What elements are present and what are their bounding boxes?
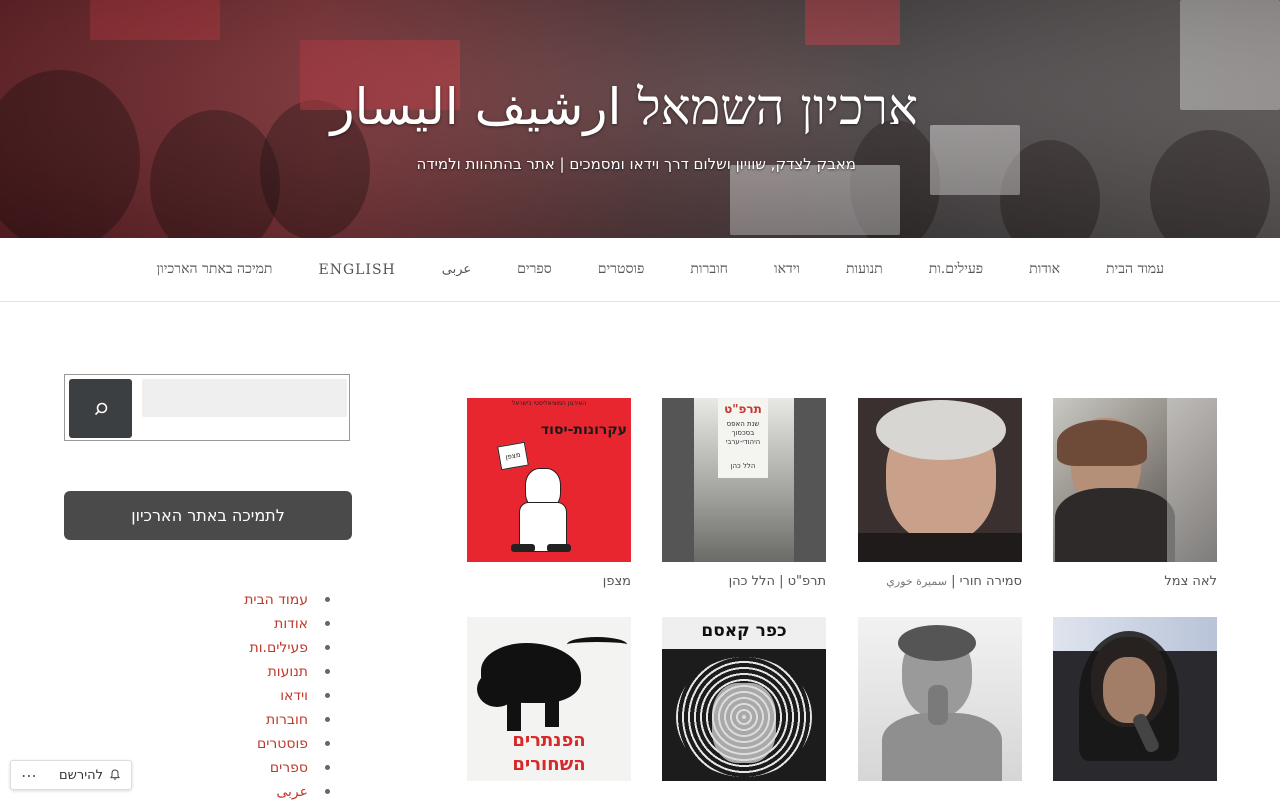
nav-item-activists[interactable]: פעילים.ות xyxy=(929,261,983,278)
poster-header: האירגון הסוציאליסטי בישראל xyxy=(511,400,587,407)
card-caption[interactable]: תרפ"ט | הלל כהן xyxy=(729,574,826,589)
nav-item-books[interactable]: ספרים xyxy=(517,261,552,278)
card-black-panthers[interactable]: הפנתרים השחורים xyxy=(467,617,631,781)
search-button[interactable] xyxy=(69,379,132,438)
card-leah-tsemel[interactable]: לאה צמל xyxy=(1053,398,1217,589)
thumbnail-image[interactable]: תרפ"ט שנת האפס בסכסוך היהודי-ערבי הלל כה… xyxy=(662,398,826,562)
book-author: הלל כהן xyxy=(730,462,756,470)
nav-item-posters[interactable]: פוסטרים xyxy=(598,261,645,278)
card-kafr-kassem[interactable]: כפר קאסם xyxy=(662,617,826,781)
card-tarpat-hillel-cohen[interactable]: תרפ"ט שנת האפס בסכסוך היהודי-ערבי הלל כה… xyxy=(662,398,826,589)
sidebar-item-movements[interactable]: תנועות xyxy=(120,662,330,686)
site-tagline: מאבק לצדק, שוויון ושלום דרך וידאו ומסמכי… xyxy=(416,155,856,173)
nav-item-english[interactable]: ENGLISH xyxy=(318,262,395,278)
nav-item-pamphlets[interactable]: חוברות xyxy=(690,261,728,278)
card-samira-khoury[interactable]: סמירה חורי | سميرة خوري xyxy=(858,398,1022,589)
follow-widget: ⋯ להירשם xyxy=(10,760,132,790)
thumbnail-image[interactable] xyxy=(858,398,1022,562)
subscribe-label: להירשם xyxy=(59,767,103,783)
nav-item-home[interactable]: עמוד הבית xyxy=(1106,261,1164,278)
header-banner: ארכיון השמאל ارشيف اليسار מאבק לצדק, שוו… xyxy=(0,0,1280,238)
subscribe-button[interactable]: להירשם xyxy=(59,768,121,783)
sidebar-item-arabic[interactable]: عربى xyxy=(120,782,330,806)
more-options-button[interactable]: ⋯ xyxy=(21,766,37,785)
thumbnail-image[interactable] xyxy=(1053,398,1217,562)
card-caption[interactable]: סמירה חורי | سميرة خوري xyxy=(886,574,1022,589)
sidebar-item-about[interactable]: אודות xyxy=(120,614,330,638)
search-input[interactable] xyxy=(142,379,347,417)
search-icon xyxy=(94,402,107,415)
thumbnail-image[interactable] xyxy=(1053,617,1217,781)
nav-item-video[interactable]: וידאו xyxy=(774,261,800,278)
sidebar-menu: עמוד הבית אודות פעילים.ות תנועות וידאו ח… xyxy=(120,590,330,806)
thumbnail-image[interactable]: הפנתרים השחורים xyxy=(467,617,631,781)
sidebar-item-books[interactable]: ספרים xyxy=(120,758,330,782)
thumbnail-image[interactable] xyxy=(858,617,1022,781)
card-matzpen[interactable]: האירגון הסוציאליסטי בישראל עקרונות-יסוד … xyxy=(467,398,631,589)
card-row2-1[interactable] xyxy=(1053,617,1217,781)
caption-hebrew[interactable]: סמירה חורי | xyxy=(951,574,1022,589)
support-archive-button[interactable]: לתמיכה באתר הארכיון xyxy=(64,491,352,540)
nav-item-about[interactable]: אודות xyxy=(1029,261,1060,278)
bell-icon xyxy=(110,769,120,780)
sidebar-item-pamphlets[interactable]: חוברות xyxy=(120,710,330,734)
sidebar-item-video[interactable]: וידאו xyxy=(120,686,330,710)
thumbnail-image[interactable]: כפר קאסם xyxy=(662,617,826,781)
search-form xyxy=(64,374,350,441)
sidebar-item-activists[interactable]: פעילים.ות xyxy=(120,638,330,662)
thumbnail-image[interactable]: האירגון הסוציאליסטי בישראל עקרונות-יסוד … xyxy=(467,398,631,562)
book-subtitle: שנת האפס בסכסוך היהודי-ערבי xyxy=(725,420,761,446)
poster-title: עקרונות-יסוד xyxy=(540,422,627,438)
poster-sign: מצפן xyxy=(497,441,529,471)
main-navigation: עמוד הבית אודות פעילים.ות תנועות וידאו ח… xyxy=(0,238,1280,302)
card-row2-2[interactable] xyxy=(858,617,1022,781)
poster-title: הפנתרים השחורים xyxy=(512,730,586,775)
nav-item-support[interactable]: תמיכה באתר הארכיון xyxy=(157,261,273,278)
caption-arabic[interactable]: سميرة خوري xyxy=(886,575,947,588)
nav-item-movements[interactable]: תנועות xyxy=(846,261,883,278)
card-caption[interactable]: מצפן xyxy=(603,574,631,589)
site-title[interactable]: ארכיון השמאל ارشيف اليسار xyxy=(331,78,919,136)
book-title: תרפ"ט xyxy=(724,402,762,416)
sidebar-item-home[interactable]: עמוד הבית xyxy=(120,590,330,614)
nav-item-arabic[interactable]: عربى xyxy=(442,262,471,277)
card-caption[interactable]: לאה צמל xyxy=(1164,574,1217,589)
poster-title: כפר קאסם xyxy=(701,621,787,641)
sidebar-item-posters[interactable]: פוסטרים xyxy=(120,734,330,758)
